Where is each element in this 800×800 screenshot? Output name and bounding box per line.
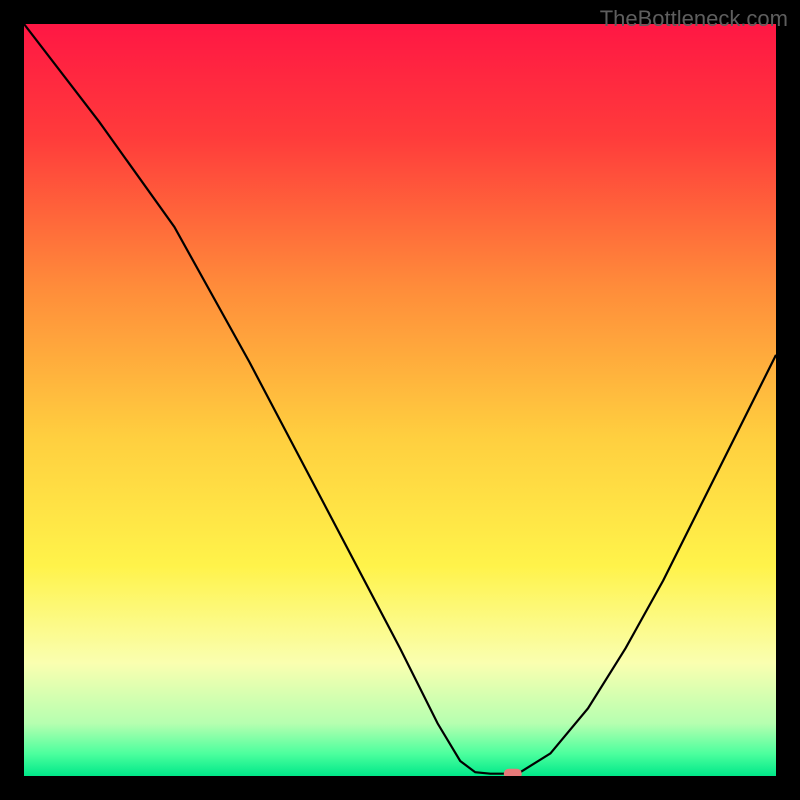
- optimal-marker: [504, 769, 522, 776]
- bottleneck-chart: [24, 24, 776, 776]
- watermark-text: TheBottleneck.com: [600, 6, 788, 32]
- chart-svg: [24, 24, 776, 776]
- chart-background: [24, 24, 776, 776]
